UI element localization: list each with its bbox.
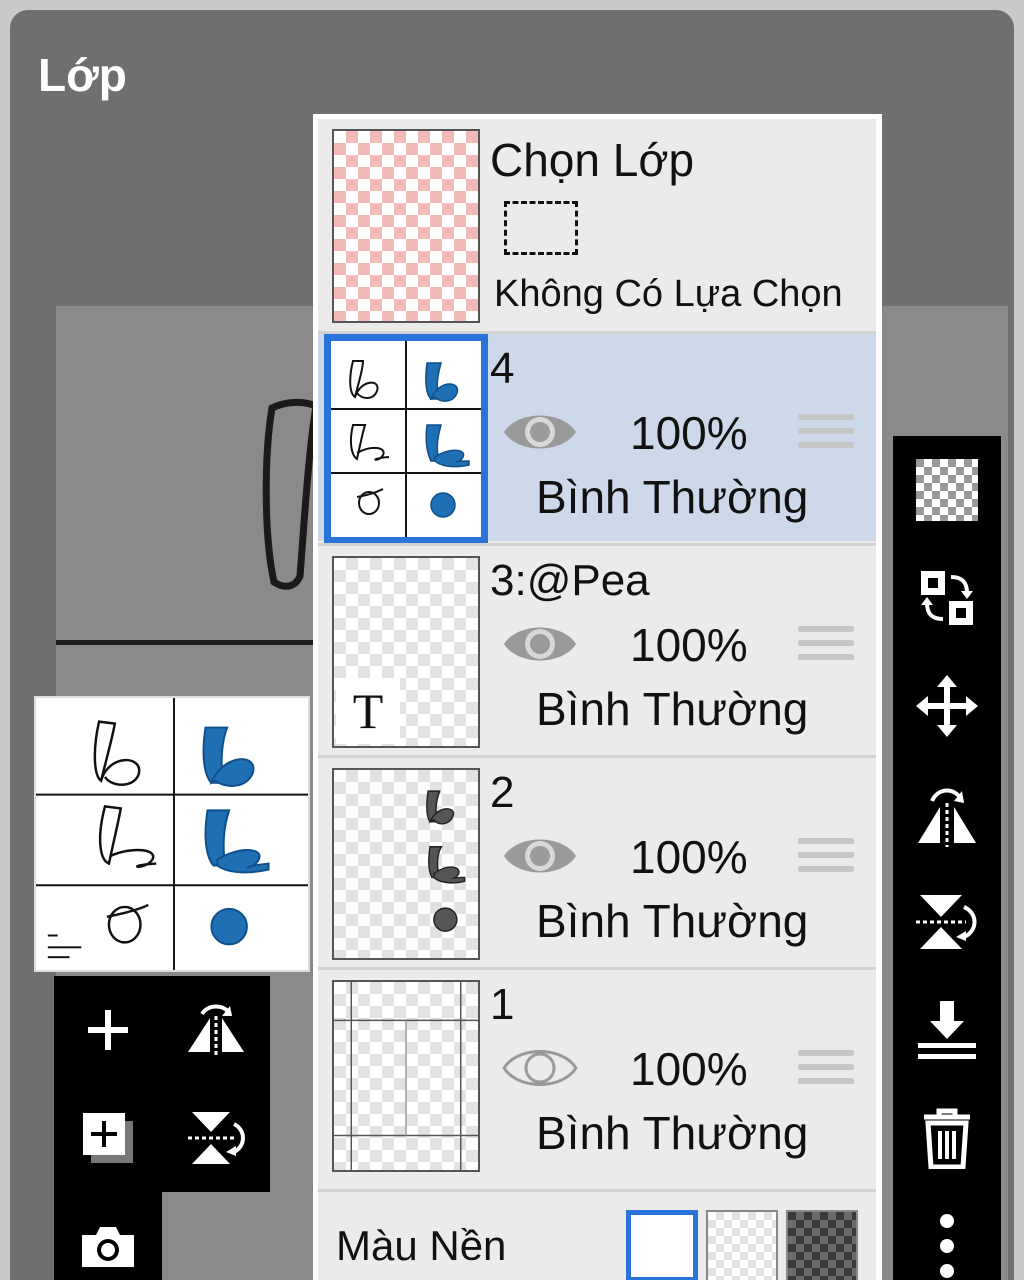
add-layer-icon: [88, 1010, 128, 1050]
layer-row[interactable]: 1 100% Bình Thường: [318, 967, 876, 1177]
swap-layers-icon: [921, 571, 973, 625]
layer-opacity[interactable]: 100%: [630, 1042, 748, 1096]
background-color-row: Màu Nền: [318, 1189, 876, 1280]
drag-handle-icon[interactable]: [798, 626, 854, 672]
layer-thumbnail: [324, 334, 488, 544]
layer-thumbnail: [332, 768, 480, 960]
layer-panel: Chọn Lớp Không Có Lựa Chọn 4 100% Bình T…: [313, 114, 882, 1280]
selection-marquee-icon: [504, 201, 578, 255]
background-white-swatch[interactable]: [626, 1210, 698, 1280]
layer-opacity[interactable]: 100%: [630, 618, 748, 672]
layer-thumbnail: T: [332, 556, 480, 748]
selection-title: Chọn Lớp: [490, 134, 695, 186]
layer-opacity[interactable]: 100%: [630, 830, 748, 884]
add-layer-button[interactable]: [54, 976, 162, 1084]
flip-horizontal-button-right[interactable]: [893, 760, 1001, 868]
selection-thumbnail: [332, 129, 480, 323]
visibility-eye-icon[interactable]: [502, 406, 578, 458]
delete-layer-button[interactable]: [893, 1084, 1001, 1192]
layer-blend-mode[interactable]: Bình Thường: [536, 894, 808, 948]
flip-vertical-button[interactable]: [162, 1084, 270, 1192]
left-toolbar-bottom: [54, 1192, 162, 1280]
layer-list: Chọn Lớp Không Có Lựa Chọn 4 100% Bình T…: [318, 119, 876, 1280]
drag-handle-icon[interactable]: [798, 838, 854, 884]
transparency-button[interactable]: [893, 436, 1001, 544]
move-icon: [916, 675, 978, 737]
page-title: Lớp: [38, 49, 127, 101]
layer-blend-mode[interactable]: Bình Thường: [536, 682, 808, 736]
visibility-eye-off-icon[interactable]: [502, 1042, 578, 1094]
visibility-eye-icon[interactable]: [502, 618, 578, 670]
more-vertical-icon: [940, 1214, 954, 1278]
right-toolbar: [893, 436, 1001, 1280]
flip-horizontal-icon: [188, 1004, 244, 1056]
add-layer-copy-button[interactable]: [54, 1084, 162, 1192]
background-dark-swatch[interactable]: [786, 1210, 858, 1280]
selection-status: Không Có Lựa Chọn: [494, 273, 843, 315]
merge-down-icon: [918, 1001, 976, 1059]
move-button[interactable]: [893, 652, 1001, 760]
flip-vertical-button-right[interactable]: [893, 868, 1001, 976]
swap-layers-button[interactable]: [893, 544, 1001, 652]
drag-handle-icon[interactable]: [798, 414, 854, 460]
layer-name: 3:@Pea: [490, 556, 650, 605]
layer-row[interactable]: 2 100% Bình Thường: [318, 755, 876, 965]
layer-name: 1: [490, 980, 515, 1029]
visibility-eye-icon[interactable]: [502, 830, 578, 882]
more-options-button[interactable]: [893, 1192, 1001, 1280]
layer-row[interactable]: 4 100% Bình Thường: [318, 331, 876, 544]
layer-row[interactable]: T 3:@Pea 100% Bình Thường: [318, 543, 876, 753]
flip-horizontal-button[interactable]: [162, 976, 270, 1084]
canvas-preview-thumbnail: [34, 696, 310, 972]
flip-vertical-icon: [916, 895, 977, 949]
layer-name: 2: [490, 768, 515, 817]
drag-handle-icon[interactable]: [798, 1050, 854, 1096]
background-color-label: Màu Nền: [336, 1222, 507, 1269]
flip-vertical-icon: [188, 1112, 245, 1164]
layer-opacity[interactable]: 100%: [630, 406, 748, 460]
merge-down-button[interactable]: [893, 976, 1001, 1084]
layer-blend-mode[interactable]: Bình Thường: [536, 470, 808, 524]
background-transparent-swatch[interactable]: [706, 1210, 778, 1280]
camera-button[interactable]: [54, 1192, 162, 1280]
layer-name: 4: [490, 344, 515, 393]
layer-blend-mode[interactable]: Bình Thường: [536, 1106, 808, 1160]
layer-thumbnail: [332, 980, 480, 1172]
left-toolbar: [54, 976, 270, 1192]
flip-horizontal-icon: [918, 788, 976, 847]
text-layer-badge: T: [336, 678, 400, 744]
add-layer-copy-icon: [83, 1113, 133, 1163]
camera-icon: [82, 1227, 134, 1267]
layers-screen: Lớp Chọn Lớp Không Có Lựa Chọn 4 100% Bì…: [10, 10, 1014, 1280]
trash-icon: [924, 1108, 970, 1169]
canvas-grid-line: [56, 640, 356, 645]
selection-layer-row[interactable]: Chọn Lớp Không Có Lựa Chọn: [318, 119, 876, 331]
transparency-icon: [916, 459, 978, 521]
